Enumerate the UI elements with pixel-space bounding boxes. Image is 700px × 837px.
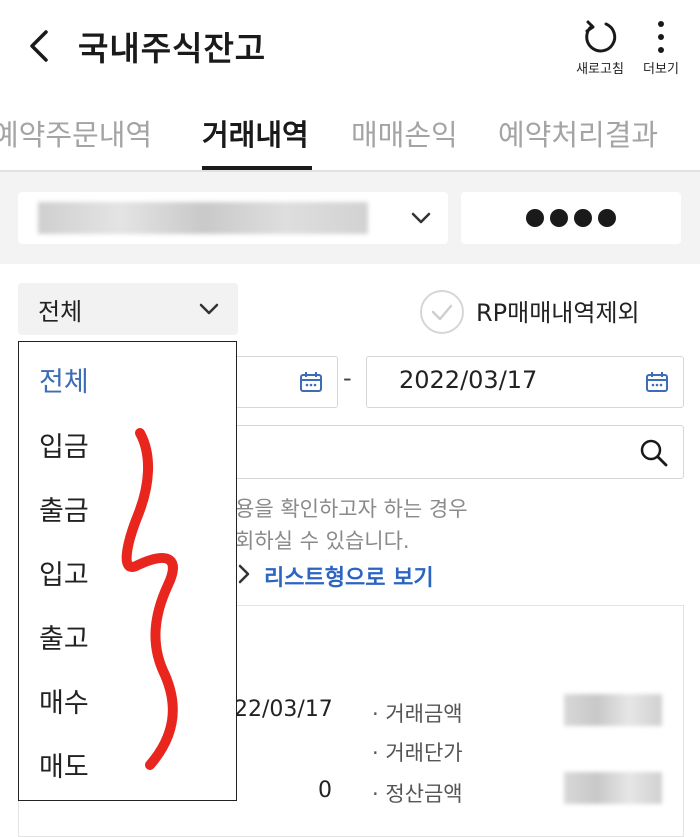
calendar-icon[interactable] [299, 371, 323, 393]
refresh-icon [585, 20, 617, 53]
dropdown-option-stock-in[interactable]: 입고 [39, 553, 89, 592]
account-select[interactable] [18, 192, 448, 244]
transaction-quantity: 0 [318, 778, 332, 803]
rp-exclude-label: RP매매내역제외 [476, 299, 640, 327]
dropdown-option-stock-out[interactable]: 출고 [39, 617, 89, 656]
end-date-value: 2022/03/17 [399, 366, 538, 394]
notice-line-1: 용을 확인하고자 하는 경우 [235, 497, 468, 521]
chevron-down-icon [199, 303, 219, 315]
tab-reservation-results[interactable]: 예약처리결과 [498, 112, 658, 154]
calendar-icon[interactable] [645, 371, 669, 393]
rp-exclude-checkbox[interactable] [420, 290, 464, 334]
back-button[interactable] [22, 24, 62, 68]
password-field[interactable] [461, 192, 681, 244]
tab-reserved-orders[interactable]: 예약주문내역 [0, 112, 152, 154]
tab-bar: 예약주문내역 거래내역 매매손익 예약처리결과 [0, 100, 700, 172]
chevron-right-icon [238, 564, 250, 584]
password-dot [598, 209, 616, 227]
tab-transaction-history[interactable]: 거래내역 [202, 112, 309, 154]
transaction-type-select[interactable]: 전체 [18, 283, 238, 335]
dropdown-option-sell[interactable]: 매도 [39, 745, 89, 784]
refresh-label: 새로고침 [576, 62, 624, 77]
trade-unit-price-label: · 거래단가 [372, 741, 463, 765]
end-date-field[interactable]: 2022/03/17 [366, 356, 684, 408]
tab-trading-pnl[interactable]: 매매손익 [351, 112, 458, 154]
active-tab-indicator [202, 166, 312, 170]
check-icon [431, 304, 453, 321]
red-brace-annotation [121, 428, 178, 770]
refresh-button[interactable]: 새로고침 [568, 18, 632, 77]
page-title: 국내주식잔고 [78, 29, 267, 68]
chevron-left-icon [30, 30, 48, 62]
dropdown-option-all[interactable]: 전체 [39, 360, 89, 399]
list-view-link[interactable]: 리스트형으로 보기 [264, 560, 434, 592]
transaction-type-value: 전체 [38, 298, 83, 326]
settlement-amount-label: · 정산금액 [372, 782, 463, 806]
dropdown-option-buy[interactable]: 매수 [39, 681, 89, 720]
date-range-dash: - [343, 364, 352, 392]
more-button[interactable]: 더보기 [636, 18, 686, 77]
password-dot [574, 209, 592, 227]
notice-line-2: 회하실 수 있습니다. [235, 529, 410, 553]
masked-settlement-amount [564, 772, 662, 804]
chevron-down-icon [411, 212, 431, 224]
masked-account-number [38, 202, 368, 234]
dropdown-option-withdrawal[interactable]: 출금 [39, 489, 89, 528]
transaction-date: 22/03/17 [234, 697, 333, 722]
more-vertical-icon [658, 21, 664, 53]
search-icon[interactable] [639, 438, 669, 468]
password-dot [526, 209, 544, 227]
more-label: 더보기 [643, 62, 679, 77]
password-dot [550, 209, 568, 227]
masked-trade-amount [564, 694, 662, 726]
trade-amount-label: · 거래금액 [372, 702, 463, 726]
dropdown-option-deposit[interactable]: 입금 [39, 425, 89, 464]
